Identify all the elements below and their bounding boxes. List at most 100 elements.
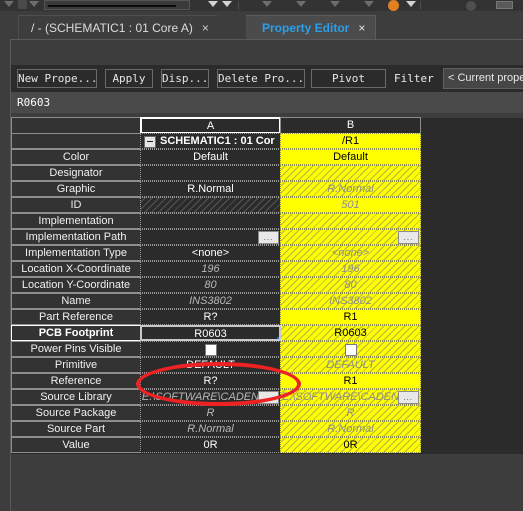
property-value-cell-b[interactable]: 80 xyxy=(280,277,421,293)
property-value-cell-a[interactable]: R? xyxy=(140,309,281,325)
column-header-b[interactable]: B xyxy=(280,117,421,134)
property-name-cell[interactable]: Value xyxy=(11,437,141,453)
grid-body: Color Default Default Designator Graphic R.No… xyxy=(11,149,523,454)
property-value-cell-a[interactable]: E:\SOFTWARE\CADEN... xyxy=(140,389,281,405)
display-button[interactable]: Disp... xyxy=(161,69,209,88)
property-value-cell-b[interactable] xyxy=(280,213,421,229)
property-value-cell-b[interactable]: E:\SOFTWARE\CADEN... xyxy=(280,389,421,405)
chevron-down-icon[interactable] xyxy=(406,1,416,7)
property-value-cell-b[interactable]: DEFAULT xyxy=(280,357,421,373)
grid-object-cell-a[interactable]: SCHEMATIC1 : 01 Cor xyxy=(140,133,281,149)
property-value-cell-b[interactable]: R1 xyxy=(280,309,421,325)
browse-ellipsis-button[interactable]: ... xyxy=(398,231,419,244)
property-value-cell-b[interactable]: <none> xyxy=(280,245,421,261)
browse-ellipsis-button[interactable]: ... xyxy=(258,391,279,404)
bus-icon[interactable] xyxy=(296,1,306,7)
property-value-cell-a[interactable]: INS3802 xyxy=(140,293,281,309)
tab-schematic[interactable]: / - (SCHEMATIC1 : 01 Core A) × xyxy=(18,15,226,40)
property-name-cell[interactable]: Location Y-Coordinate xyxy=(11,277,141,293)
property-value-cell-b[interactable]: 501 xyxy=(280,197,421,213)
property-value-cell-a[interactable]: 196 xyxy=(140,261,281,277)
property-value-cell-a[interactable]: R.Normal xyxy=(140,421,281,437)
column-header-a[interactable]: A xyxy=(140,117,281,134)
property-value-cell-a[interactable] xyxy=(140,341,281,357)
property-name-cell[interactable]: Implementation xyxy=(11,213,141,229)
property-value-cell-a[interactable]: DEFAULT xyxy=(140,357,281,373)
value-input[interactable]: R0603 xyxy=(17,93,517,112)
tab-bar: / - (SCHEMATIC1 : 01 Core A) × Property … xyxy=(0,11,523,40)
property-name-cell[interactable]: Primitive xyxy=(11,357,141,373)
property-name-cell[interactable]: Designator xyxy=(11,165,141,181)
property-name-cell[interactable]: Source Package xyxy=(11,405,141,421)
property-name-cell[interactable]: Power Pins Visible xyxy=(11,341,141,357)
property-value-cell-a[interactable] xyxy=(140,165,281,181)
pivot-button[interactable]: Pivot xyxy=(311,69,386,88)
property-name-cell[interactable]: Implementation Path xyxy=(11,229,141,245)
grid-object-row: SCHEMATIC1 : 01 Cor /R1 xyxy=(11,133,523,150)
property-value-cell-a[interactable]: Default xyxy=(140,149,281,165)
property-value-cell-a[interactable]: <none> xyxy=(140,245,281,261)
property-value-cell-a[interactable]: 0R xyxy=(140,437,281,453)
table-row: Location X-Coordinate 196 196 xyxy=(11,261,523,278)
property-name-cell[interactable]: Color xyxy=(11,149,141,165)
tab-schematic-close-icon[interactable]: × xyxy=(202,22,209,34)
toolbar-combo[interactable] xyxy=(44,0,190,10)
property-value-cell-a[interactable]: ... xyxy=(140,229,281,245)
delete-property-button[interactable]: Delete Pro... xyxy=(217,69,305,88)
collapse-icon[interactable] xyxy=(144,136,156,148)
property-name-cell[interactable]: Graphic xyxy=(11,181,141,197)
property-value-cell-a[interactable] xyxy=(140,197,281,213)
property-value-cell-a[interactable]: R? xyxy=(140,373,281,389)
grid-header-row: A B xyxy=(11,117,523,134)
property-value-cell-b[interactable]: R xyxy=(280,405,421,421)
tab-property-editor[interactable]: Property Editor × xyxy=(246,15,377,39)
property-value-cell-b[interactable]: R.Normal xyxy=(280,181,421,197)
filter-dropdown[interactable]: < Current properti xyxy=(443,68,523,89)
wire-icon[interactable] xyxy=(208,1,218,7)
property-value-cell-a[interactable]: R0603 xyxy=(140,325,281,341)
property-name-cell[interactable]: Part Reference xyxy=(11,309,141,325)
apply-button[interactable]: Apply xyxy=(105,69,153,88)
property-value-cell-b[interactable] xyxy=(280,165,421,181)
chevron-down-icon[interactable] xyxy=(222,1,232,7)
property-value-cell-b[interactable]: R0603 xyxy=(280,325,421,341)
property-value-cell-a[interactable]: 80 xyxy=(140,277,281,293)
grid-corner-cell xyxy=(11,117,141,134)
property-value-cell-b[interactable]: 196 xyxy=(280,261,421,277)
browse-ellipsis-button[interactable]: ... xyxy=(398,391,419,404)
orange-marker-icon[interactable] xyxy=(388,0,399,11)
tab-property-editor-close-icon[interactable]: × xyxy=(358,22,365,34)
property-value-cell-b[interactable]: ... xyxy=(280,229,421,245)
bus-entry-icon[interactable] xyxy=(364,1,374,7)
circle-icon[interactable] xyxy=(466,1,476,11)
property-value-cell-b[interactable] xyxy=(280,341,421,357)
property-value-cell-a[interactable]: R xyxy=(140,405,281,421)
property-value-cell-b[interactable]: R.Normal xyxy=(280,421,421,437)
new-property-button[interactable]: New Prope... xyxy=(17,69,97,88)
net-alias-icon[interactable] xyxy=(262,1,272,7)
property-name-cell[interactable]: Source Part xyxy=(11,421,141,437)
checkbox[interactable] xyxy=(344,344,357,356)
property-value-cell-b[interactable]: 0R xyxy=(280,437,421,453)
property-name-cell[interactable]: Implementation Type xyxy=(11,245,141,261)
junction-icon[interactable] xyxy=(330,1,340,7)
tab-schematic-label: / - (SCHEMATIC1 : 01 Core A) xyxy=(31,20,193,35)
property-value-cell-a[interactable] xyxy=(140,213,281,229)
property-name-cell[interactable]: Source Library xyxy=(11,389,141,405)
property-value-cell-b[interactable]: INS3802 xyxy=(280,293,421,309)
grid-object-cell-b[interactable]: /R1 xyxy=(280,133,421,149)
rectangle-select-icon[interactable] xyxy=(18,0,27,9)
property-name-cell[interactable]: Reference xyxy=(11,373,141,389)
property-name-cell[interactable]: Name xyxy=(11,293,141,309)
zoom-area-icon[interactable] xyxy=(29,1,39,7)
browse-ellipsis-button[interactable]: ... xyxy=(258,231,279,244)
property-value-cell-b[interactable]: R1 xyxy=(280,373,421,389)
box-icon[interactable] xyxy=(496,1,513,9)
checkbox[interactable] xyxy=(204,344,217,356)
property-value-cell-a[interactable]: R.Normal xyxy=(140,181,281,197)
property-name-cell[interactable]: PCB Footprint xyxy=(11,325,141,341)
property-name-cell[interactable]: Location X-Coordinate xyxy=(11,261,141,277)
property-value-cell-b[interactable]: Default xyxy=(280,149,421,165)
cursor-arrow-icon[interactable] xyxy=(4,1,14,7)
property-name-cell[interactable]: ID xyxy=(11,197,141,213)
